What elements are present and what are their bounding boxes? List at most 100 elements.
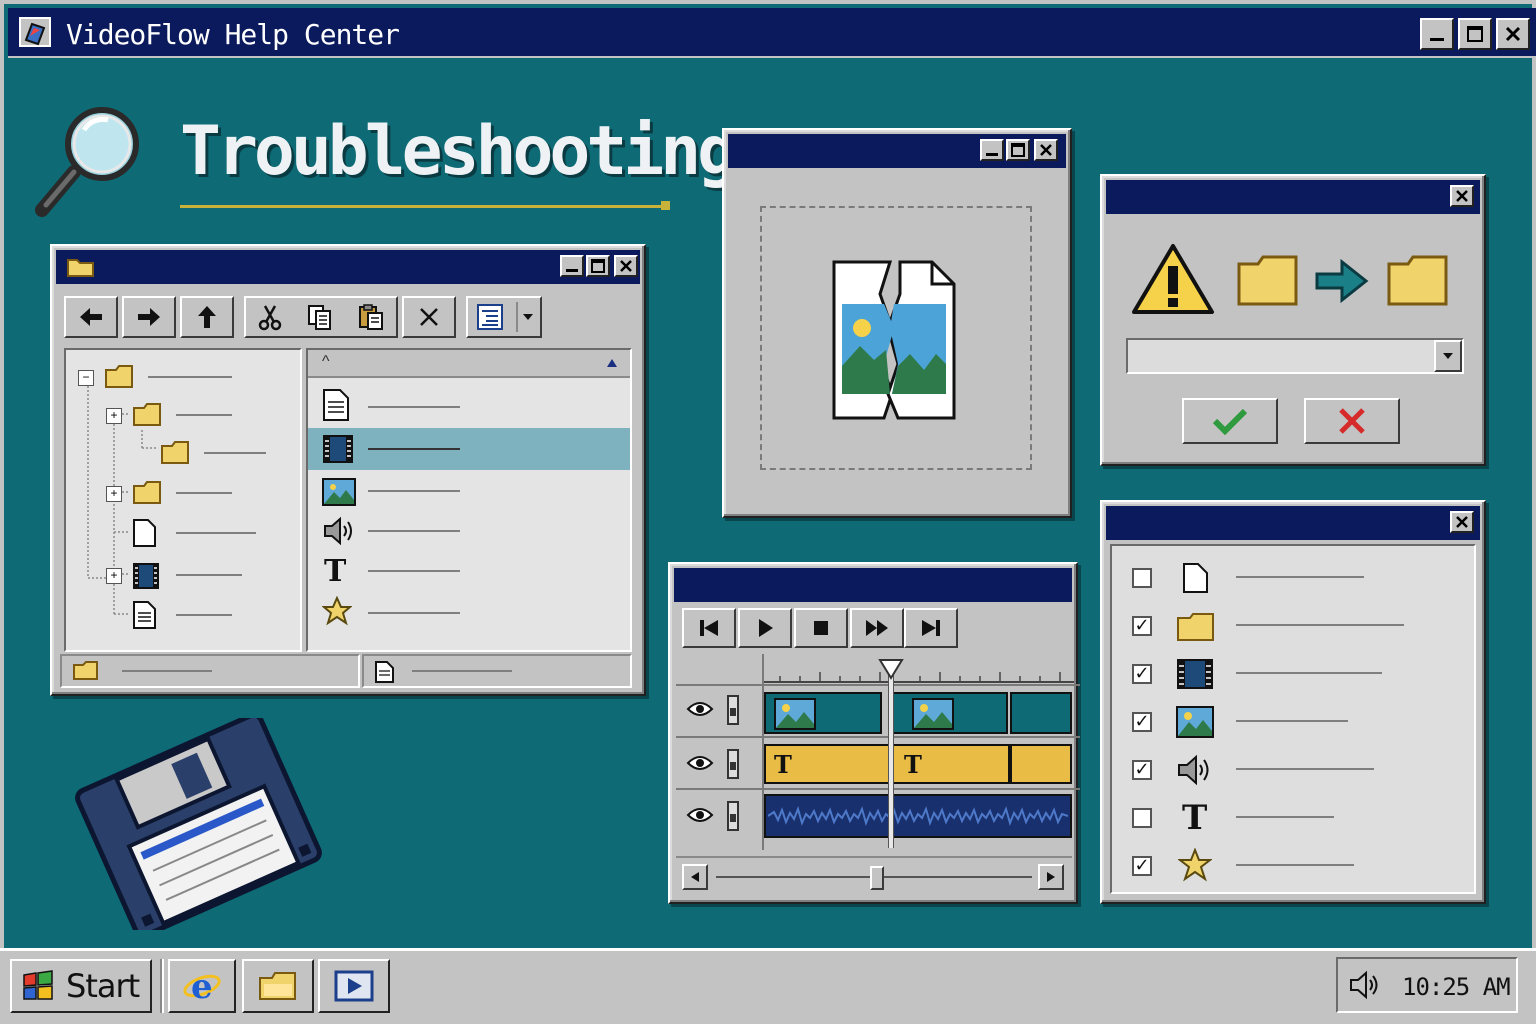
move-dialog-close-button[interactable] <box>1450 185 1474 207</box>
explorer-close-button[interactable] <box>614 255 638 277</box>
timeline-scrollbar[interactable] <box>676 856 1072 896</box>
file-list-pane[interactable]: ^ T <box>306 348 632 652</box>
video-clip[interactable] <box>764 692 882 734</box>
list-film-icon[interactable] <box>322 434 354 464</box>
tree-expand-toggle[interactable]: + <box>106 408 122 424</box>
stop-button[interactable] <box>794 608 848 648</box>
video-clip[interactable] <box>1010 692 1072 734</box>
text-clip[interactable]: T <box>764 744 890 784</box>
list-image-icon[interactable] <box>322 478 356 506</box>
minimize-button[interactable] <box>1420 18 1454 50</box>
explorer-minimize-button[interactable] <box>560 255 584 277</box>
text-track[interactable]: T T <box>676 736 1080 788</box>
image-icon <box>774 698 816 730</box>
lock-icon[interactable] <box>726 748 740 780</box>
video-editor-window: T T <box>668 562 1080 904</box>
list-speaker-icon[interactable] <box>322 516 356 546</box>
move-dialog-title-bar[interactable] <box>1106 180 1480 214</box>
move-dialog <box>1100 174 1486 466</box>
play-button[interactable] <box>738 608 792 648</box>
skip-end-button[interactable] <box>904 608 958 648</box>
timeline-ruler[interactable] <box>764 654 1074 684</box>
delete-button[interactable] <box>402 296 456 338</box>
checklist-label <box>1236 816 1334 818</box>
timeline[interactable]: T T <box>676 654 1080 850</box>
start-button[interactable]: Start <box>10 959 152 1013</box>
text-clip[interactable] <box>1010 744 1072 784</box>
text-clip[interactable]: T <box>890 744 1010 784</box>
tree-file-icon[interactable] <box>132 518 158 548</box>
checkbox[interactable] <box>1132 808 1152 828</box>
checkbox[interactable]: ✓ <box>1132 712 1152 732</box>
list-item-selected[interactable] <box>308 428 630 470</box>
scroll-right-button[interactable] <box>1038 864 1064 890</box>
lock-icon[interactable] <box>726 800 740 832</box>
list-text-icon[interactable]: T <box>324 554 346 589</box>
tree-expand-toggle[interactable]: + <box>106 486 122 502</box>
tree-film-icon[interactable] <box>132 562 160 590</box>
folder-quicklaunch[interactable] <box>242 959 314 1013</box>
browser-quicklaunch[interactable]: e <box>168 959 236 1013</box>
editor-title-bar[interactable] <box>674 568 1072 602</box>
checklist-title-bar[interactable] <box>1106 506 1480 540</box>
minimize-icon <box>986 153 998 156</box>
checkbox[interactable]: ✓ <box>1132 856 1152 876</box>
eye-icon[interactable] <box>686 806 714 824</box>
forward-button[interactable] <box>122 296 176 338</box>
tree-collapse-toggle[interactable]: − <box>78 370 94 386</box>
folder-tree-pane[interactable]: − + + + <box>64 348 302 652</box>
cut-icon[interactable] <box>257 303 283 331</box>
select-dropdown-button[interactable] <box>1434 340 1462 372</box>
tree-label-placeholder <box>176 574 242 576</box>
tree-folder-icon[interactable] <box>160 440 192 466</box>
scroll-left-button[interactable] <box>682 864 708 890</box>
list-document-icon[interactable] <box>322 388 352 422</box>
tree-expand-toggle[interactable]: + <box>106 568 122 584</box>
checkbox[interactable]: ✓ <box>1132 664 1152 684</box>
clock[interactable]: 10:25 AM <box>1402 973 1511 1001</box>
preview-minimize-button[interactable] <box>980 139 1004 161</box>
tree-folder-icon[interactable] <box>132 402 164 428</box>
main-title-bar[interactable]: VideoFlow Help Center <box>8 8 1536 58</box>
tree-folder-icon[interactable] <box>104 364 136 390</box>
maximize-button[interactable] <box>1458 18 1492 50</box>
checklist-close-button[interactable] <box>1450 511 1474 533</box>
fast-forward-button[interactable] <box>850 608 904 648</box>
destination-select[interactable] <box>1126 338 1464 374</box>
back-button[interactable] <box>64 296 118 338</box>
paste-icon[interactable] <box>357 303 385 331</box>
playhead[interactable] <box>888 668 894 848</box>
scroll-thumb[interactable] <box>870 866 884 890</box>
copy-icon[interactable] <box>306 303 334 331</box>
sort-indicator: ^ <box>322 353 330 370</box>
tree-document-icon[interactable] <box>132 600 158 630</box>
media-quicklaunch[interactable] <box>318 959 390 1013</box>
tree-folder-icon[interactable] <box>132 480 164 506</box>
video-clip[interactable] <box>890 692 1008 734</box>
eye-icon[interactable] <box>686 700 714 718</box>
checkbox[interactable]: ✓ <box>1132 760 1152 780</box>
skip-start-button[interactable] <box>682 608 736 648</box>
list-header[interactable]: ^ <box>308 350 630 378</box>
checkbox[interactable]: ✓ <box>1132 616 1152 636</box>
lock-icon[interactable] <box>726 694 740 726</box>
volume-icon[interactable] <box>1348 969 1382 1001</box>
audio-track[interactable] <box>676 788 1080 846</box>
close-button[interactable] <box>1496 18 1530 50</box>
confirm-button[interactable] <box>1182 398 1278 444</box>
checkbox[interactable] <box>1132 568 1152 588</box>
up-button[interactable] <box>180 296 234 338</box>
cancel-button[interactable] <box>1304 398 1400 444</box>
views-dropdown[interactable] <box>466 296 542 338</box>
preview-title-bar[interactable] <box>728 134 1066 168</box>
preview-maximize-button[interactable] <box>1006 139 1030 161</box>
video-track[interactable] <box>676 684 1080 736</box>
preview-close-button[interactable] <box>1034 139 1058 161</box>
audio-clip[interactable] <box>764 794 1072 838</box>
explorer-maximize-button[interactable] <box>586 255 610 277</box>
eye-icon[interactable] <box>686 754 714 772</box>
explorer-title-bar[interactable] <box>56 250 640 284</box>
playhead-handle[interactable] <box>878 658 904 680</box>
scroll-up-icon[interactable] <box>606 358 618 368</box>
list-star-icon[interactable] <box>322 596 352 626</box>
